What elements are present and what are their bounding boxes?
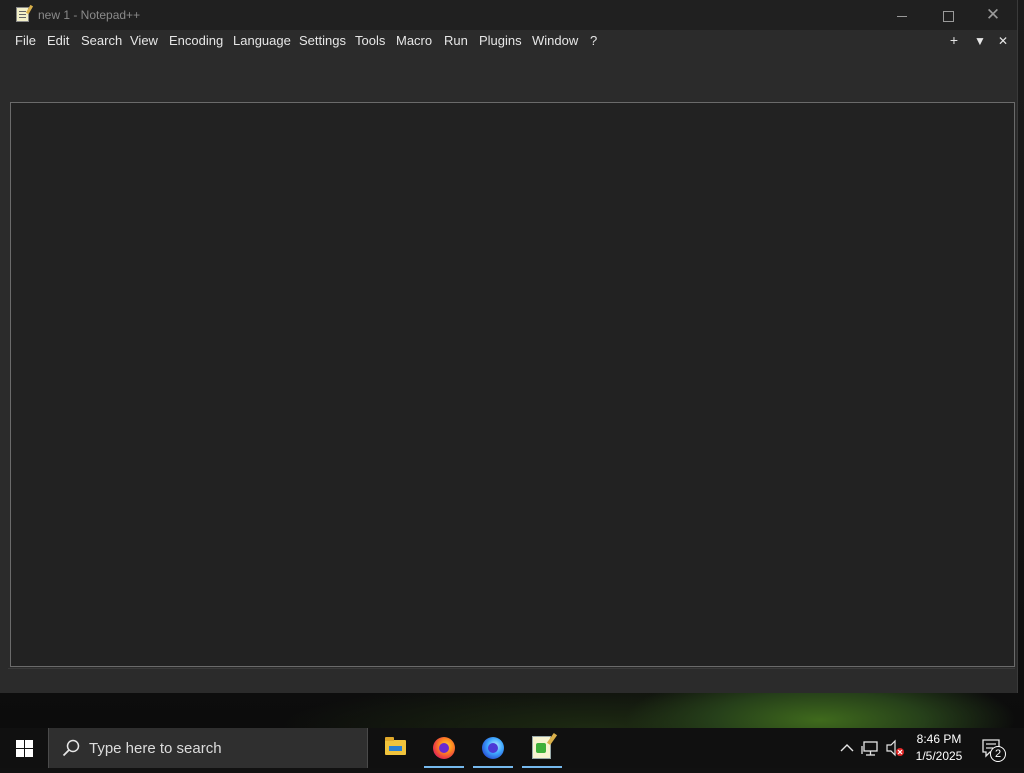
- search-placeholder: Type here to search: [89, 740, 222, 757]
- menu-run[interactable]: Run: [444, 33, 468, 48]
- menu-help[interactable]: ?: [590, 33, 597, 48]
- close-tab-button[interactable]: ✕: [995, 34, 1011, 48]
- menu-file[interactable]: File: [15, 33, 36, 48]
- close-icon: ✕: [985, 5, 1001, 24]
- notification-count-badge: 2: [990, 746, 1006, 762]
- editor-text-area[interactable]: [10, 102, 1015, 667]
- taskbar-search-box[interactable]: Type here to search: [48, 728, 368, 768]
- network-icon: [861, 741, 878, 756]
- chevron-up-icon: [840, 744, 854, 752]
- menu-macro[interactable]: Macro: [396, 33, 432, 48]
- windows-logo-pane: [25, 749, 33, 757]
- volume-muted-icon: [886, 739, 904, 757]
- minimize-icon: [897, 15, 907, 17]
- windows-logo-pane: [25, 740, 33, 748]
- title-bar[interactable]: new 1 - Notepad++ ✕: [0, 0, 1017, 30]
- clock-date: 1/5/2025: [915, 749, 963, 763]
- minimize-button[interactable]: [879, 0, 925, 30]
- menu-settings[interactable]: Settings: [299, 33, 346, 48]
- menu-plugins[interactable]: Plugins: [479, 33, 522, 48]
- menu-window[interactable]: Window: [532, 33, 578, 48]
- menu-language[interactable]: Language: [233, 33, 291, 48]
- volume-button[interactable]: [884, 728, 906, 768]
- folder-icon: [385, 737, 406, 755]
- menu-edit[interactable]: Edit: [47, 33, 69, 48]
- new-tab-button[interactable]: +: [946, 32, 962, 48]
- show-hidden-icons-button[interactable]: [838, 728, 856, 768]
- clock-time: 8:46 PM: [916, 732, 962, 746]
- taskbar-file-explorer[interactable]: [375, 728, 415, 768]
- notepad-plus-plus-icon: [532, 736, 551, 759]
- window-title: new 1 - Notepad++: [38, 8, 141, 22]
- status-bar: [8, 668, 1015, 693]
- network-button[interactable]: [860, 728, 882, 768]
- menu-encoding[interactable]: Encoding: [169, 33, 223, 48]
- taskbar-firefox-developer[interactable]: [473, 728, 513, 768]
- taskbar: Type here to search 8:46 PM 1/5/2025 2: [0, 728, 1024, 768]
- toolbar-area: [0, 52, 1017, 102]
- notepad-plus-plus-icon[interactable]: [16, 7, 29, 22]
- maximize-icon: [942, 10, 954, 22]
- search-icon: [62, 739, 80, 757]
- menu-search[interactable]: Search: [81, 33, 122, 48]
- menu-bar: File Edit Search View Encoding Language …: [0, 30, 1017, 52]
- menu-tools[interactable]: Tools: [355, 33, 385, 48]
- start-button[interactable]: [0, 728, 48, 768]
- windows-logo-icon: [16, 740, 24, 748]
- firefox-icon: [433, 737, 455, 759]
- maximize-button[interactable]: [925, 0, 971, 30]
- tab-list-button[interactable]: ▼: [972, 34, 988, 48]
- windows-logo-pane: [16, 749, 24, 757]
- taskbar-notepad-plus-plus[interactable]: [522, 728, 562, 768]
- clock[interactable]: 8:46 PM 1/5/2025: [908, 731, 970, 765]
- taskbar-firefox[interactable]: [424, 728, 464, 768]
- close-button[interactable]: ✕: [970, 0, 1016, 30]
- menu-view[interactable]: View: [130, 33, 158, 48]
- notepad-plus-plus-window: new 1 - Notepad++ ✕ File Edit Search Vie…: [0, 0, 1018, 693]
- firefox-dev-icon: [482, 737, 504, 759]
